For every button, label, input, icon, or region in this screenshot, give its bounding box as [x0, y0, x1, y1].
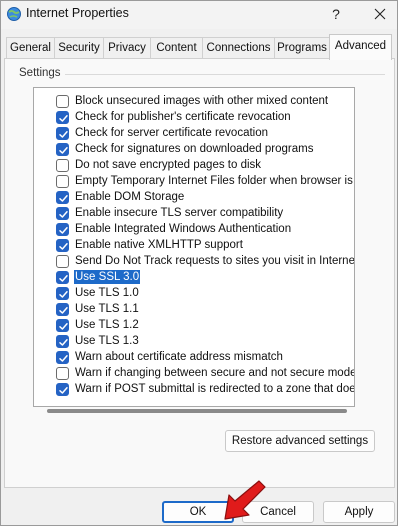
settings-item-label: Check for publisher's certificate revoca…	[75, 111, 291, 123]
checkbox-unchecked[interactable]	[56, 367, 69, 380]
settings-item-label: Check for server certificate revocation	[75, 127, 269, 139]
settings-list-item[interactable]: Block unsecured images with other mixed …	[34, 92, 354, 108]
checkbox-checked[interactable]	[56, 239, 69, 252]
settings-item-label: Warn if POST submittal is redirected to …	[75, 383, 355, 395]
checkbox-unchecked[interactable]	[56, 95, 69, 108]
settings-item-label: Enable native XMLHTTP support	[75, 239, 243, 251]
tab-connections[interactable]: Connections	[202, 37, 275, 59]
restore-advanced-settings-button[interactable]: Restore advanced settings	[225, 430, 375, 452]
settings-item-label: Warn if changing between secure and not …	[75, 367, 355, 379]
settings-list-item[interactable]: Enable DOM Storage	[34, 188, 354, 204]
settings-item-label: Use SSL 3.0	[74, 270, 141, 284]
checkbox-checked[interactable]	[56, 303, 69, 316]
settings-group-divider	[65, 74, 385, 75]
settings-list-item[interactable]: Use TLS 1.3	[34, 332, 354, 348]
tab-content[interactable]: Content	[150, 37, 203, 59]
checkbox-unchecked[interactable]	[56, 175, 69, 188]
settings-item-label: Check for signatures on downloaded progr…	[75, 143, 314, 155]
settings-item-label: Use TLS 1.0	[75, 287, 139, 299]
settings-group-label: Settings	[17, 67, 63, 79]
settings-list-item[interactable]: Check for signatures on downloaded progr…	[34, 140, 354, 156]
settings-list-item[interactable]: Check for server certificate revocation	[34, 124, 354, 140]
tab-advanced[interactable]: Advanced	[329, 34, 392, 60]
title-bar[interactable]: Internet Properties ?	[1, 1, 397, 29]
checkbox-checked[interactable]	[56, 207, 69, 220]
checkbox-checked[interactable]	[56, 319, 69, 332]
tab-strip: General Security Privacy Content Connect…	[4, 34, 396, 60]
settings-list[interactable]: Block unsecured images with other mixed …	[33, 87, 355, 407]
settings-list-item[interactable]: Warn if changing between secure and not …	[34, 364, 355, 380]
settings-list-item[interactable]: Use SSL 3.0	[34, 268, 354, 284]
settings-list-item[interactable]: Use TLS 1.0	[34, 284, 354, 300]
checkbox-checked[interactable]	[56, 223, 69, 236]
red-arrow-annotation-icon	[224, 480, 266, 520]
horizontal-scrollbar-thumb[interactable]	[47, 409, 347, 413]
settings-item-label: Send Do Not Track requests to sites you …	[75, 255, 355, 267]
checkbox-checked[interactable]	[56, 111, 69, 124]
checkbox-checked[interactable]	[56, 335, 69, 348]
window-title: Internet Properties	[26, 6, 129, 20]
apply-button[interactable]: Apply	[323, 501, 395, 523]
settings-list-item[interactable]: Do not save encrypted pages to disk	[34, 156, 354, 172]
settings-list-item[interactable]: Warn if POST submittal is redirected to …	[34, 380, 355, 396]
settings-list-item[interactable]: Warn about certificate address mismatch	[34, 348, 354, 364]
checkbox-checked[interactable]	[56, 351, 69, 364]
settings-list-item[interactable]: Enable Integrated Windows Authentication	[34, 220, 354, 236]
settings-list-item[interactable]: Send Do Not Track requests to sites you …	[34, 252, 355, 268]
tab-privacy[interactable]: Privacy	[103, 37, 151, 59]
settings-item-label: Use TLS 1.3	[75, 335, 139, 347]
checkbox-checked[interactable]	[56, 143, 69, 156]
tab-security[interactable]: Security	[54, 37, 104, 59]
settings-item-label: Enable insecure TLS server compatibility	[75, 207, 284, 219]
checkbox-checked[interactable]	[56, 127, 69, 140]
settings-list-item[interactable]: Enable native XMLHTTP support	[34, 236, 354, 252]
internet-properties-dialog: Internet Properties ? General Security P…	[0, 0, 398, 526]
settings-item-label: Do not save encrypted pages to disk	[75, 159, 262, 171]
settings-item-label: Use TLS 1.2	[75, 319, 139, 331]
settings-list-item[interactable]: Use TLS 1.1	[34, 300, 354, 316]
settings-item-label: Empty Temporary Internet Files folder wh…	[75, 175, 355, 187]
checkbox-checked[interactable]	[56, 287, 69, 300]
settings-item-label: Warn about certificate address mismatch	[75, 351, 283, 363]
settings-list-item[interactable]: Check for publisher's certificate revoca…	[34, 108, 354, 124]
tab-general[interactable]: General	[6, 37, 55, 59]
settings-list-item[interactable]: Empty Temporary Internet Files folder wh…	[34, 172, 355, 188]
tab-programs[interactable]: Programs	[274, 37, 330, 59]
settings-item-label: Use TLS 1.1	[75, 303, 139, 315]
settings-item-label: Enable DOM Storage	[75, 191, 185, 203]
checkbox-checked[interactable]	[56, 191, 69, 204]
close-icon[interactable]	[367, 3, 393, 25]
checkbox-checked[interactable]	[56, 271, 69, 284]
checkbox-unchecked[interactable]	[56, 255, 69, 268]
checkbox-unchecked[interactable]	[56, 159, 69, 172]
settings-item-label: Enable Integrated Windows Authentication	[75, 223, 292, 235]
settings-item-label: Block unsecured images with other mixed …	[75, 95, 329, 107]
checkbox-checked[interactable]	[56, 383, 69, 396]
settings-list-item[interactable]: Use TLS 1.2	[34, 316, 354, 332]
internet-globe-icon	[6, 6, 22, 22]
settings-list-item[interactable]: Enable insecure TLS server compatibility	[34, 204, 354, 220]
help-button[interactable]: ?	[323, 3, 349, 25]
